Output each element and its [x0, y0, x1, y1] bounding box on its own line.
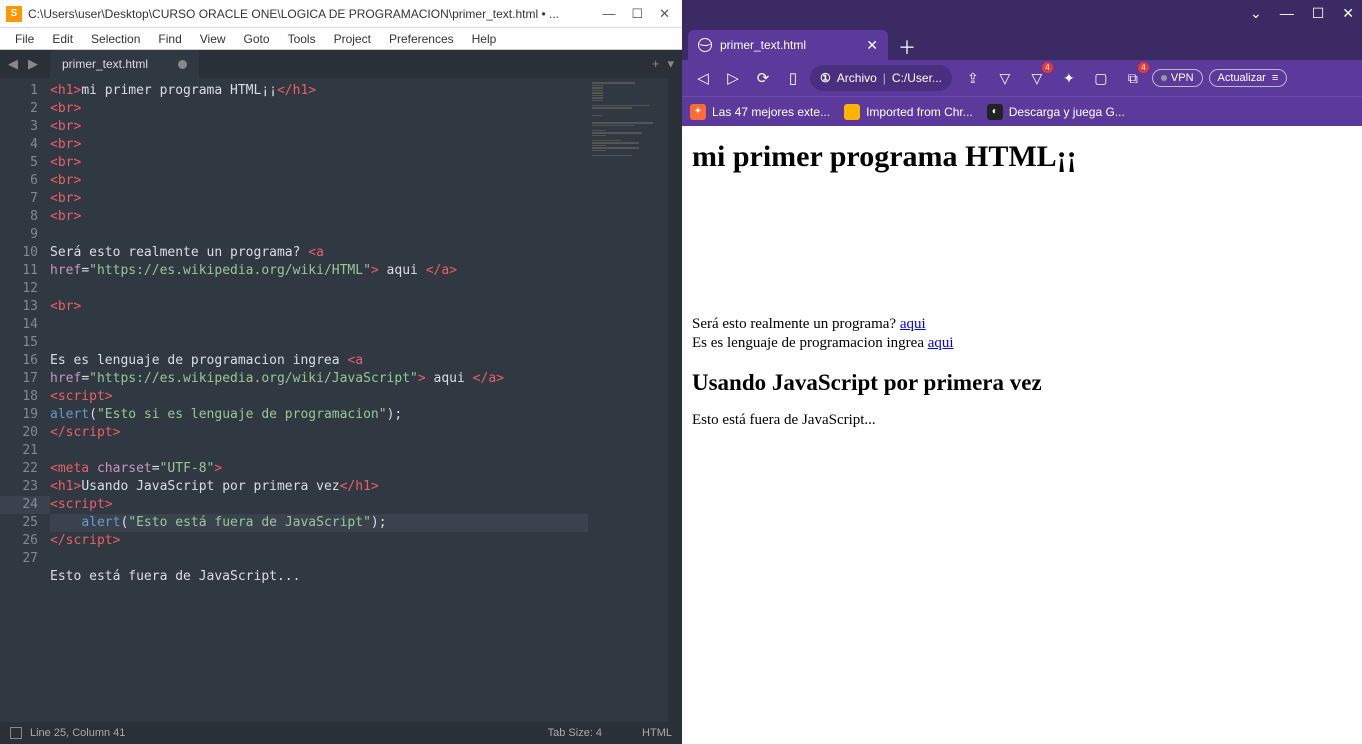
menu-preferences[interactable]: Preferences [380, 32, 463, 46]
close-button[interactable]: ✕ [659, 6, 670, 22]
warning-icon: ① [820, 71, 831, 85]
rewards-icon[interactable]: ▽ [1024, 65, 1050, 91]
addr-path: C:/User... [892, 71, 942, 85]
status-position[interactable]: Line 25, Column 41 [30, 727, 125, 739]
file-tab[interactable]: primer_text.html [50, 50, 199, 78]
bookmark-item[interactable]: ◐Descarga y juega G... [987, 104, 1125, 120]
browser-toolbar: ◁ ▷ ⟳ ▯ ① Archivo | C:/User... ⇪ ▽ ▽ ✦ ▢… [682, 60, 1362, 96]
scrollbar[interactable] [668, 78, 682, 722]
page-heading: mi primer programa HTML¡¡ [692, 140, 1352, 174]
menu-file[interactable]: File [6, 32, 43, 46]
link-aqui[interactable]: aqui [928, 335, 954, 351]
tab-bar: ◀ ▶ primer_text.html + ▾ [0, 50, 682, 78]
brave-shield-icon[interactable]: ▽ [992, 65, 1018, 91]
status-tabsize[interactable]: Tab Size: 4 [548, 727, 602, 739]
sublime-window: S C:\Users\user\Desktop\CURSO ORACLE ONE… [0, 0, 682, 744]
sidebar-icon[interactable]: ▢ [1088, 65, 1114, 91]
status-panel-icon[interactable] [10, 727, 22, 739]
vpn-button[interactable]: VPN [1152, 69, 1203, 87]
bookmarks-bar: ✦Las 47 mejores exte... Imported from Ch… [682, 96, 1362, 126]
forward-button[interactable]: ▷ [720, 65, 746, 91]
menu-edit[interactable]: Edit [43, 32, 82, 46]
code-editor[interactable]: <h1>mi primer programa HTML¡¡</h1> <br> … [50, 78, 588, 722]
new-tab-button[interactable]: + [652, 56, 660, 72]
bookmark-icon: ✦ [690, 104, 706, 120]
bookmark-item[interactable]: Imported from Chr... [844, 104, 973, 120]
new-tab-button[interactable]: ＋ [888, 34, 926, 60]
folder-icon [844, 104, 860, 120]
nav-back-icon[interactable]: ◀ [4, 54, 22, 74]
status-syntax[interactable]: HTML [642, 727, 672, 739]
bookmark-item[interactable]: ✦Las 47 mejores exte... [690, 104, 830, 120]
bookmark-button[interactable]: ▯ [780, 65, 806, 91]
tab-title: primer_text.html [720, 38, 806, 52]
menu-goto[interactable]: Goto [235, 32, 279, 46]
page-paragraph: Esto está fuera de JavaScript... [692, 412, 1352, 429]
status-bar: Line 25, Column 41 Tab Size: 4 HTML [0, 722, 682, 744]
dropdown-icon[interactable]: ⌄ [1250, 5, 1262, 22]
title-bar[interactable]: S C:\Users\user\Desktop\CURSO ORACLE ONE… [0, 0, 682, 28]
maximize-button[interactable]: ☐ [631, 6, 643, 22]
tab-dropdown-icon[interactable]: ▾ [667, 56, 674, 72]
close-button[interactable]: ✕ [1342, 5, 1354, 22]
update-button[interactable]: Actualizar≡ [1209, 69, 1288, 87]
menu-find[interactable]: Find [149, 32, 190, 46]
menu-tools[interactable]: Tools [279, 32, 325, 46]
minimap[interactable] [588, 78, 668, 722]
menu-project[interactable]: Project [325, 32, 380, 46]
minimize-button[interactable]: — [602, 6, 615, 22]
extensions-icon[interactable]: ✦ [1056, 65, 1082, 91]
tab-close-icon[interactable]: ✕ [866, 37, 878, 54]
menu-selection[interactable]: Selection [82, 32, 149, 46]
browser-tab[interactable]: primer_text.html ✕ [688, 30, 888, 60]
page-content: mi primer programa HTML¡¡ Será esto real… [682, 126, 1362, 744]
browser-titlebar[interactable]: ⌄ — ☐ ✕ [682, 0, 1362, 26]
page-subheading: Usando JavaScript por primera vez [692, 370, 1352, 396]
maximize-button[interactable]: ☐ [1312, 5, 1325, 22]
page-paragraph: Es es lenguaje de programacion ingrea aq… [692, 335, 1352, 352]
nav-forward-icon[interactable]: ▶ [24, 54, 42, 74]
globe-icon [698, 38, 712, 52]
page-paragraph: Será esto realmente un programa? aqui [692, 316, 1352, 333]
window-title: C:\Users\user\Desktop\CURSO ORACLE ONE\L… [28, 7, 602, 21]
pip-icon[interactable]: ⧉ [1120, 65, 1146, 91]
menu-help[interactable]: Help [463, 32, 506, 46]
menu-view[interactable]: View [191, 32, 235, 46]
addr-scheme: Archivo [837, 71, 877, 85]
link-aqui[interactable]: aqui [900, 316, 926, 332]
minimize-button[interactable]: — [1280, 5, 1294, 21]
browser-tab-strip: primer_text.html ✕ ＋ [682, 26, 1362, 60]
line-gutter[interactable]: 1234567891011121314151617181920212223242… [0, 78, 50, 722]
menu-bar: File Edit Selection Find View Goto Tools… [0, 28, 682, 50]
unsaved-dot-icon [178, 60, 187, 69]
tab-label: primer_text.html [62, 57, 148, 71]
reload-button[interactable]: ⟳ [750, 65, 776, 91]
sublime-logo-icon: S [6, 6, 22, 22]
address-bar[interactable]: ① Archivo | C:/User... [810, 65, 952, 91]
back-button[interactable]: ◁ [690, 65, 716, 91]
bookmark-icon: ◐ [987, 104, 1003, 120]
share-icon[interactable]: ⇪ [960, 65, 986, 91]
browser-window: ⌄ — ☐ ✕ primer_text.html ✕ ＋ ◁ ▷ ⟳ ▯ ① A… [682, 0, 1362, 744]
